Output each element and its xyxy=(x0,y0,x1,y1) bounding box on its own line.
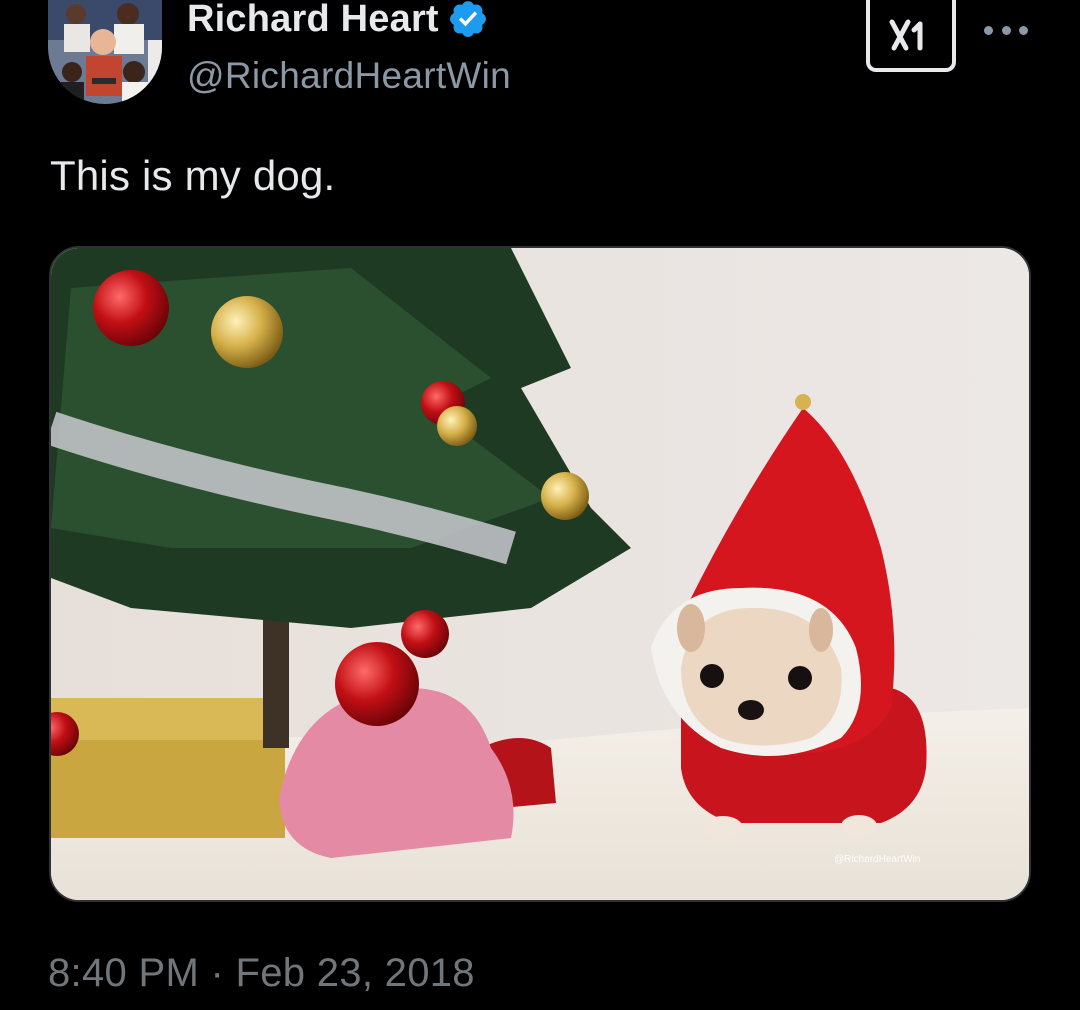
photo-watermark: @RichardHeartWin xyxy=(834,854,921,865)
tweet-photo[interactable]: @RichardHeartWin xyxy=(49,246,1031,902)
author-handle[interactable]: @RichardHeartWin xyxy=(187,55,511,97)
author-display-name[interactable]: Richard Heart xyxy=(187,0,439,41)
more-dot xyxy=(984,25,993,35)
verified-badge-icon xyxy=(447,0,489,40)
more-options-icon[interactable] xyxy=(984,22,1028,38)
avatar-photo xyxy=(48,0,162,104)
avatar[interactable] xyxy=(48,0,162,104)
author-name-row[interactable]: Richard Heart xyxy=(187,0,489,42)
tweet-timestamp[interactable]: 8:40 PM · Feb 23, 2018 xyxy=(48,951,475,996)
more-dot xyxy=(1001,25,1011,35)
x-ai-logo-icon[interactable] xyxy=(866,0,956,72)
tweet-text: This is my dog. xyxy=(50,152,336,199)
photo-dog-christmas xyxy=(51,248,1029,900)
more-dot xyxy=(1019,25,1028,35)
